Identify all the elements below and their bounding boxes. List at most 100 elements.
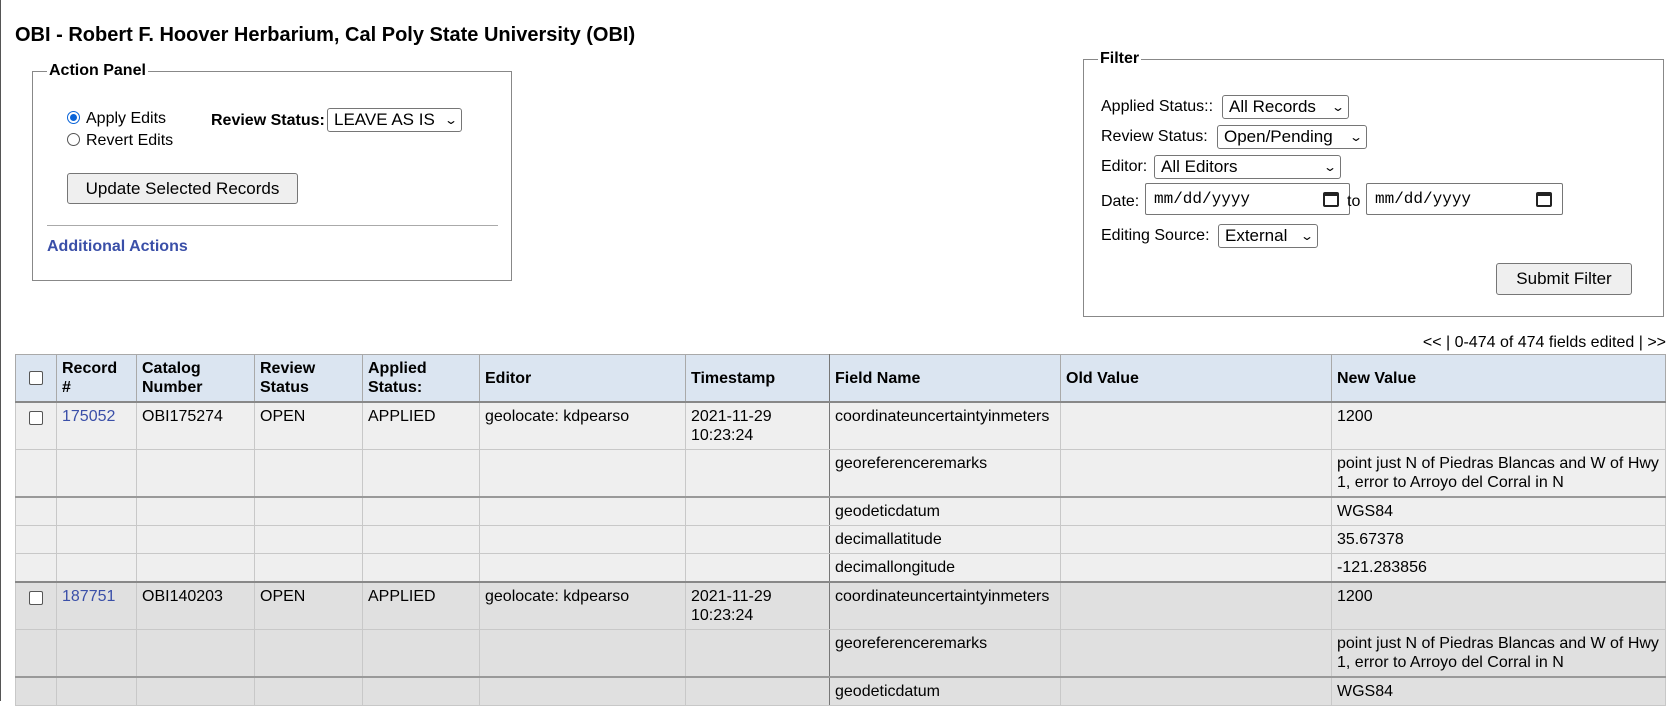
apply-edits-radio[interactable] <box>67 110 80 124</box>
review-status-value: LEAVE AS IS <box>334 110 435 129</box>
applied-status-cell: APPLIED <box>362 581 480 630</box>
date-label: Date: <box>1101 193 1140 210</box>
table-row: geodeticdatum WGS84 <box>15 676 1666 706</box>
date-to-label: to <box>1347 193 1361 210</box>
field-name-cell: coordinateuncertaintyinmeters <box>829 581 1061 630</box>
catalog-cell: OBI140203 <box>136 581 255 630</box>
table-row: georeferenceremarks point just N of Pied… <box>15 629 1666 678</box>
update-selected-records-button[interactable]: Update Selected Records <box>67 173 298 204</box>
chevron-down-icon: ⌄ <box>443 113 459 127</box>
timestamp-cell: 2021-11-29 10:23:24 <box>685 581 830 630</box>
new-value-cell: point just N of Piedras Blancas and W of… <box>1331 449 1666 498</box>
row-checkbox[interactable] <box>29 591 43 605</box>
date-to-placeholder: mm/dd/yyyy <box>1375 190 1472 208</box>
revert-edits-radio[interactable] <box>67 132 80 146</box>
header-catalog-number: Catalog Number <box>136 354 255 403</box>
chevron-down-icon: ⌄ <box>1348 130 1364 144</box>
edits-table: Record # Catalog Number Review Status Appli… <box>15 354 1666 706</box>
table-header-row: Record # Catalog Number Review Status Appli… <box>15 354 1666 403</box>
calendar-icon[interactable] <box>1536 191 1552 207</box>
header-applied-status: Applied Status: <box>362 354 480 403</box>
new-value-cell: 1200 <box>1331 581 1666 630</box>
header-editor: Editor <box>479 354 686 403</box>
editor-cell: geolocate: kdpearso <box>479 581 686 630</box>
review-status-cell: OPEN <box>254 401 363 450</box>
page-title: OBI - Robert F. Hoover Herbarium, Cal Po… <box>15 24 636 46</box>
field-name-cell: decimallatitude <box>829 525 1061 554</box>
old-value-cell <box>1060 581 1332 630</box>
review-status-label: Review Status: <box>211 112 325 129</box>
old-value-cell <box>1060 676 1332 706</box>
header-old-value: Old Value <box>1060 354 1332 403</box>
row-select-cell <box>15 401 57 450</box>
filter-review-status-select[interactable]: Open/Pending ⌄ <box>1217 125 1367 149</box>
header-new-value: New Value <box>1331 354 1666 403</box>
revert-edits-option[interactable]: Revert Edits <box>67 132 173 150</box>
filter-legend: Filter <box>1100 50 1140 67</box>
next-page-link[interactable]: >> <box>1647 334 1666 351</box>
action-panel-legend: Action Panel <box>49 62 146 79</box>
action-panel: Action Panel Apply Edits Revert Edits Re… <box>32 62 512 281</box>
left-border <box>0 0 1 701</box>
table-row: georeferenceremarks point just N of Pied… <box>15 449 1666 498</box>
field-name-cell: geodeticdatum <box>829 496 1061 526</box>
new-value-cell: WGS84 <box>1331 676 1666 706</box>
header-review-status: Review Status <box>254 354 363 403</box>
row-checkbox[interactable] <box>29 411 43 425</box>
new-value-cell: point just N of Piedras Blancas and W of… <box>1331 629 1666 678</box>
date-from-input[interactable]: mm/dd/yyyy <box>1145 183 1350 215</box>
calendar-icon[interactable] <box>1323 191 1339 207</box>
pager-separator: | <box>1441 334 1455 351</box>
revert-edits-label: Revert Edits <box>86 132 174 149</box>
select-all-checkbox[interactable] <box>29 370 43 385</box>
record-link[interactable]: 175052 <box>62 408 115 425</box>
new-value-cell: 1200 <box>1331 401 1666 450</box>
record-cell: 187751 <box>56 581 137 630</box>
table-row: 175052 OBI175274 OPEN APPLIED geolocate:… <box>15 401 1666 450</box>
applied-status-select[interactable]: All Records ⌄ <box>1222 95 1349 119</box>
chevron-down-icon: ⌄ <box>1322 160 1338 174</box>
table-row: geodeticdatum WGS84 <box>15 496 1666 526</box>
applied-status-value: All Records <box>1229 97 1316 116</box>
field-name-cell: coordinateuncertaintyinmeters <box>829 401 1061 450</box>
editing-source-label: Editing Source: <box>1101 227 1210 244</box>
catalog-cell: OBI175274 <box>136 401 255 450</box>
row-select-cell <box>15 581 57 630</box>
apply-edits-label: Apply Edits <box>86 110 167 127</box>
new-value-cell: WGS84 <box>1331 496 1666 526</box>
editor-value: All Editors <box>1161 157 1238 176</box>
review-status-cell: OPEN <box>254 581 363 630</box>
filter-review-status-value: Open/Pending <box>1224 127 1333 146</box>
applied-status-label: Applied Status:: <box>1101 98 1214 115</box>
prev-page-link[interactable]: << <box>1423 334 1442 351</box>
editor-select[interactable]: All Editors ⌄ <box>1154 155 1341 179</box>
editor-label: Editor: <box>1101 158 1148 175</box>
field-name-cell: decimallongitude <box>829 553 1061 583</box>
select-all-cell <box>15 354 57 403</box>
pagination: << | 0-474 of 474 fields edited | >> <box>1423 334 1666 352</box>
record-link[interactable]: 187751 <box>62 588 115 605</box>
applied-status-cell: APPLIED <box>362 401 480 450</box>
old-value-cell <box>1060 525 1332 554</box>
filter-review-status-label: Review Status: <box>1101 128 1208 145</box>
editing-source-select[interactable]: External ⌄ <box>1218 224 1318 248</box>
date-to-input[interactable]: mm/dd/yyyy <box>1366 183 1563 215</box>
chevron-down-icon: ⌄ <box>1330 100 1346 114</box>
date-from-placeholder: mm/dd/yyyy <box>1154 190 1251 208</box>
header-record: Record # <box>56 354 137 403</box>
chevron-down-icon: ⌄ <box>1299 229 1315 243</box>
filter-panel: Filter Applied Status:: All Records ⌄ Re… <box>1083 50 1664 317</box>
submit-filter-button[interactable]: Submit Filter <box>1496 263 1632 295</box>
editor-cell: geolocate: kdpearso <box>479 401 686 450</box>
review-status-select[interactable]: LEAVE AS IS ⌄ <box>327 108 462 132</box>
additional-actions-link[interactable]: Additional Actions <box>47 238 188 256</box>
apply-edits-option[interactable]: Apply Edits <box>67 110 166 128</box>
old-value-cell <box>1060 401 1332 450</box>
new-value-cell: 35.67378 <box>1331 525 1666 554</box>
timestamp-cell: 2021-11-29 10:23:24 <box>685 401 830 450</box>
table-row: 187751 OBI140203 OPEN APPLIED geolocate:… <box>15 581 1666 630</box>
old-value-cell <box>1060 449 1332 498</box>
field-name-cell: georeferenceremarks <box>829 449 1061 498</box>
old-value-cell <box>1060 629 1332 678</box>
new-value-cell: -121.283856 <box>1331 553 1666 583</box>
